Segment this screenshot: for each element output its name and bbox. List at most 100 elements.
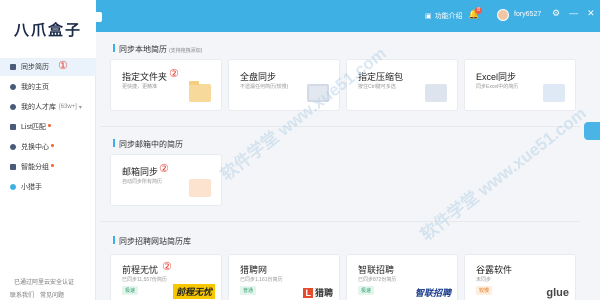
new-dot <box>47 123 51 127</box>
app-logo: 八爪盒子 <box>0 0 96 58</box>
section-subtitle: (支持拖拽添加) <box>169 48 203 54</box>
card-title: 邮箱同步 <box>122 167 159 177</box>
card-desc: 自动同步所有简历 <box>122 179 163 185</box>
card-title: 全盘同步 <box>240 72 277 82</box>
card-specified-folder[interactable]: 指定文件夹 ② 更快捷，更精准 <box>110 59 222 111</box>
chevron-down-icon: ▾ <box>78 104 82 111</box>
zhaopin-logo: 智联招聘 <box>414 288 451 298</box>
group-icon <box>10 164 16 170</box>
list-icon <box>10 124 16 130</box>
sidebar-item-label: List匹配 <box>21 124 46 131</box>
card-title: 指定压缩包 <box>358 72 404 82</box>
card-51job[interactable]: 前程无忧 ② 已同步11,557份简历 极速 前程无忧 <box>110 254 222 300</box>
sidebar-item-exchange[interactable]: 兑换中心 <box>0 138 96 156</box>
username[interactable]: fory6527 <box>514 11 541 18</box>
card-email-sync[interactable]: 邮箱同步 ② 自动同步所有简历 <box>110 154 222 206</box>
sidebar-item-list-match[interactable]: List匹配 <box>0 118 96 136</box>
section-title-email: 同步邮箱中的简历 <box>113 139 183 150</box>
51job-logo: 前程无忧 <box>172 284 215 299</box>
sidebar-item-hunter[interactable]: 小猎手 <box>0 178 96 196</box>
liepin-logo-text: 猎聘 <box>314 288 333 298</box>
sidebar-item-label: 我的人才库 <box>21 104 56 111</box>
sidebar-item-label: 小猎手 <box>21 184 42 191</box>
liepin-logo-mark: L <box>303 288 313 298</box>
sidebar-footer-links: 联系我们 常见问题 <box>10 290 64 299</box>
sidebar-collapse-button[interactable] <box>96 12 102 22</box>
side-panel-handle[interactable] <box>584 122 600 140</box>
new-dot <box>51 143 54 147</box>
card-liepin[interactable]: 猎聘网 已同步1,161份简历 普通 L 猎聘 <box>228 254 340 300</box>
card-title: 猎聘网 <box>240 265 268 275</box>
hunter-icon <box>10 184 16 190</box>
watermark: 软件学堂 www.xue51.com <box>417 103 590 245</box>
talent-count: [63w+] <box>59 104 77 110</box>
zip-icon <box>425 84 447 102</box>
card-desc: 已同步872份简历 <box>358 277 397 283</box>
sidebar-item-label: 智能分组 <box>21 164 49 171</box>
card-title: 谷露软件 <box>476 265 513 275</box>
divider <box>100 221 580 222</box>
speed-tag: 极速 <box>122 286 139 295</box>
close-icon[interactable]: ✕ <box>587 8 595 19</box>
annotation-marker: ① <box>58 60 68 72</box>
new-dot <box>51 163 54 167</box>
sidebar-item-smart-group[interactable]: 智能分组 <box>0 158 96 176</box>
home-icon <box>10 84 16 90</box>
feature-intro-link[interactable]: ▣ 功能介绍 <box>425 11 463 21</box>
sidebar-item-label: 我的主页 <box>21 84 49 91</box>
section-title-job-sites: 同步招聘网站简历库 <box>113 236 191 247</box>
annotation-marker: ② <box>162 261 172 273</box>
minimize-icon[interactable]: — <box>569 8 578 19</box>
speed-tag: 极速 <box>358 286 375 295</box>
sidebar-item-talent-pool[interactable]: 我的人才库 [63w+] ▾ <box>0 98 96 116</box>
card-title: 智联招聘 <box>358 265 395 275</box>
sidebar-item-label: 兑换中心 <box>21 144 49 151</box>
section-title-text: 同步招聘网站简历库 <box>119 237 191 246</box>
glue-logo: glue <box>546 287 569 299</box>
card-title: 指定文件夹 <box>122 72 168 82</box>
contact-link[interactable]: 联系我们 <box>10 290 34 299</box>
security-status: 已通过阿里云安全认证 <box>14 280 75 286</box>
card-desc: 同步Excel中的简历 <box>476 84 519 90</box>
card-glue[interactable]: 谷露软件 未同步 较慢 glue <box>464 254 576 300</box>
window-controls: ⚙ — ✕ <box>552 8 595 19</box>
feature-intro-label: 功能介绍 <box>434 13 463 20</box>
mail-icon <box>189 179 211 197</box>
liepin-logo: L 猎聘 <box>303 286 333 299</box>
section-title-local: 同步本地简历 (支持拖拽添加) <box>113 44 202 55</box>
faq-link[interactable]: 常见问题 <box>40 290 64 299</box>
section-accent <box>113 236 115 244</box>
card-excel-sync[interactable]: Excel同步 同步Excel中的简历 <box>464 59 576 111</box>
monitor-icon <box>307 84 329 102</box>
notification-badge: 8 <box>475 7 482 14</box>
user-avatar[interactable] <box>497 9 509 21</box>
section-title-text: 同步本地简历 <box>119 45 167 54</box>
card-zhaopin[interactable]: 智联招聘 已同步872份简历 极速 智联招聘 <box>346 254 458 300</box>
exchange-icon <box>10 144 16 150</box>
card-zip-archive[interactable]: 指定压缩包 按住Ctrl键可多选 <box>346 59 458 111</box>
card-desc: 不遗漏任何简历(较慢) <box>240 84 289 90</box>
settings-icon[interactable]: ⚙ <box>552 8 560 19</box>
card-desc: 已同步11,557份简历 <box>122 277 167 283</box>
divider <box>100 126 580 127</box>
card-desc: 未同步 <box>476 277 492 283</box>
speed-tag: 普通 <box>240 286 257 295</box>
card-desc: 已同步1,161份简历 <box>240 277 283 283</box>
annotation-marker: ② <box>159 163 169 175</box>
section-title-text: 同步邮箱中的简历 <box>119 140 183 149</box>
document-icon <box>10 64 16 70</box>
card-title: Excel同步 <box>476 72 517 82</box>
excel-icon <box>543 84 565 102</box>
people-icon <box>10 104 16 110</box>
annotation-marker: ② <box>169 68 179 80</box>
logo-text: 八爪盒子 <box>13 20 82 39</box>
sidebar-item-sync-resume[interactable]: 同步简历 ① <box>0 58 96 76</box>
section-accent <box>113 139 115 147</box>
feature-intro-icon: ▣ <box>425 13 432 20</box>
sidebar-item-label: 同步简历 <box>21 64 49 71</box>
speed-tag: 较慢 <box>476 286 493 295</box>
card-full-disk-sync[interactable]: 全盘同步 不遗漏任何简历(较慢) <box>228 59 340 111</box>
sidebar-item-my-home[interactable]: 我的主页 <box>0 78 96 96</box>
section-accent <box>113 44 115 52</box>
card-title: 前程无忧 <box>122 265 159 275</box>
